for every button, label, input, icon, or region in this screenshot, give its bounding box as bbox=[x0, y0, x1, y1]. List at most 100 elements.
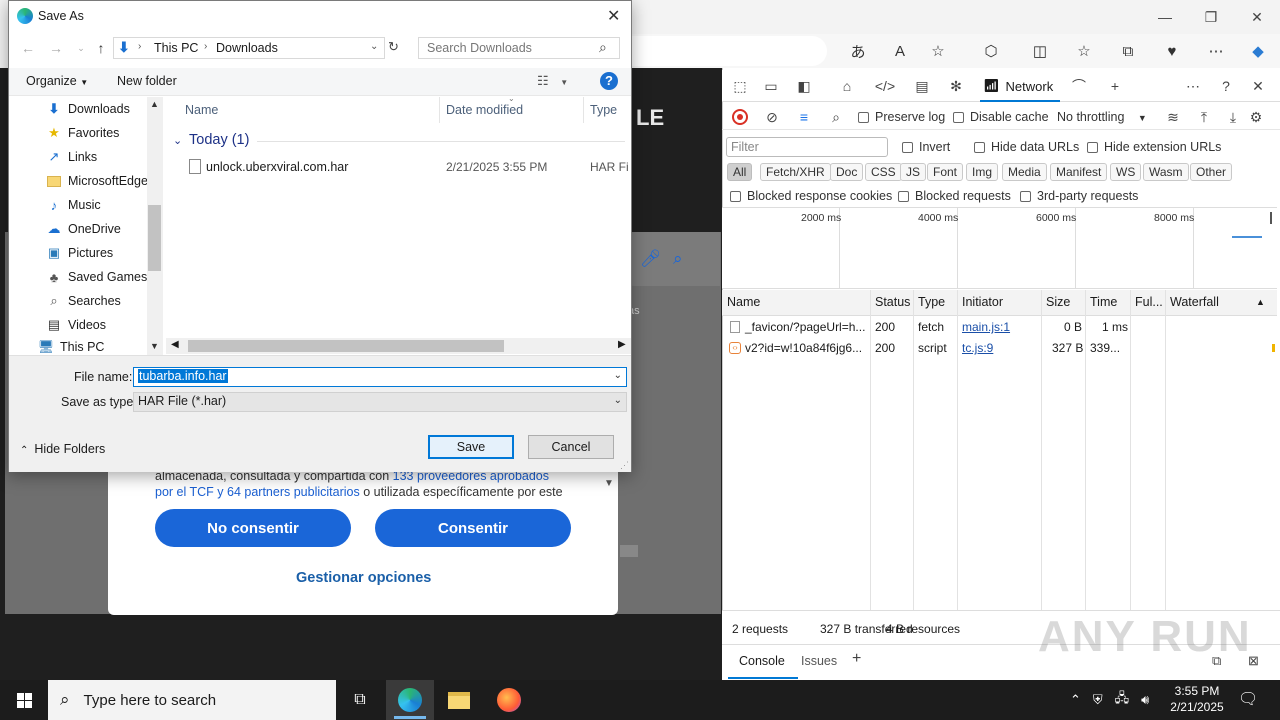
column-name[interactable]: Name bbox=[727, 295, 760, 309]
network-tab[interactable]: 📶︎ Network bbox=[975, 72, 1061, 100]
close-window-icon[interactable]: ✕ bbox=[1234, 4, 1280, 30]
help-icon[interactable]: ? bbox=[1213, 74, 1239, 98]
throttling-select[interactable]: No throttling ▼ bbox=[1057, 110, 1147, 124]
filter-chip-doc[interactable]: Doc bbox=[830, 163, 864, 181]
new-folder-button[interactable]: New folder bbox=[117, 74, 177, 88]
partners-link[interactable]: por el TCF y 64 partners publicitarios bbox=[155, 485, 360, 499]
forward-arrow-icon[interactable]: → bbox=[45, 38, 67, 58]
cancel-button[interactable]: Cancel bbox=[528, 435, 614, 459]
table-row[interactable]: ‹› v2?id=w!10a84f6jg6... 200 script tc.j… bbox=[722, 338, 1277, 359]
tree-item-microsoftedge[interactable]: MicrosoftEdge bbox=[46, 170, 148, 192]
tree-item-videos[interactable]: ▤ Videos bbox=[46, 314, 106, 336]
manage-options-link[interactable]: Gestionar opciones bbox=[296, 570, 431, 586]
task-view-icon[interactable]: ⧉ bbox=[336, 680, 384, 720]
dialog-close-icon[interactable]: ✕ bbox=[607, 6, 620, 26]
network-icon[interactable]: 🖧︎ bbox=[1115, 689, 1130, 711]
tree-scrollbar[interactable]: ▲ ▼ bbox=[147, 97, 163, 355]
filter-input[interactable]: Filter bbox=[726, 137, 888, 157]
volume-icon[interactable]: 🔊︎ bbox=[1141, 692, 1149, 708]
filter-chip-other[interactable]: Other bbox=[1190, 163, 1233, 181]
favorite-star-icon[interactable]: ☆ bbox=[925, 40, 951, 62]
group-collapse-icon[interactable]: ⌄ bbox=[173, 134, 182, 147]
taskbar-firefox[interactable] bbox=[485, 680, 533, 720]
read-aloud-icon[interactable]: あ bbox=[845, 40, 871, 62]
import-har-icon[interactable]: ⤒ bbox=[1191, 105, 1217, 129]
chevron-up-icon[interactable]: ⌃ bbox=[1070, 692, 1081, 708]
tree-item-pictures[interactable]: ▣ Pictures bbox=[46, 242, 113, 264]
copilot-icon[interactable]: ◆ bbox=[1245, 40, 1271, 62]
up-arrow-icon[interactable]: ↑ bbox=[90, 38, 112, 58]
hide-folders-button[interactable]: ⌃ Hide Folders bbox=[20, 442, 105, 456]
column-fulfilled[interactable]: Ful... bbox=[1135, 295, 1163, 309]
devtools-more-icon[interactable]: ⋯ bbox=[1180, 74, 1206, 98]
column-initiator[interactable]: Initiator bbox=[962, 295, 1003, 309]
recent-locations-icon[interactable]: ⌄ bbox=[70, 38, 92, 58]
performance-tab-icon[interactable]: ⌒ bbox=[1066, 74, 1092, 98]
close-devtools-icon[interactable]: ✕ bbox=[1245, 74, 1271, 98]
scroll-thumb[interactable] bbox=[148, 205, 161, 271]
hscroll-thumb[interactable] bbox=[188, 340, 504, 352]
filter-chip-wasm[interactable]: Wasm bbox=[1143, 163, 1189, 181]
device-toolbar-icon[interactable]: ▭ bbox=[758, 74, 784, 98]
inspect-icon[interactable]: ⬚ bbox=[727, 74, 753, 98]
tree-item-onedrive[interactable]: ☁ OneDrive bbox=[46, 218, 121, 240]
address-bar[interactable] bbox=[632, 36, 827, 66]
third-party-checkbox[interactable]: 3rd-party requests bbox=[1020, 189, 1138, 203]
column-header-name[interactable]: Name bbox=[185, 103, 218, 117]
taskbar-file-explorer[interactable] bbox=[435, 680, 483, 720]
minimize-icon[interactable]: — bbox=[1142, 4, 1188, 30]
security-icon[interactable]: ⛨ bbox=[1093, 692, 1103, 708]
collections-icon[interactable]: ⧉ bbox=[1115, 40, 1141, 62]
search-downloads-input[interactable]: Search Downloads ⌕ bbox=[418, 37, 620, 59]
column-size[interactable]: Size bbox=[1046, 295, 1070, 309]
favorites-icon[interactable]: ☆ bbox=[1071, 40, 1097, 62]
breadcrumb[interactable]: ⬇ › This PC › Downloads ⌄ bbox=[113, 37, 385, 59]
filter-icon[interactable]: ≡ bbox=[791, 105, 817, 129]
no-consent-button[interactable]: No consentir bbox=[155, 509, 351, 547]
tree-item-searches[interactable]: ⌕ Searches bbox=[46, 290, 120, 312]
hide-data-urls-checkbox[interactable]: Hide data URLs bbox=[974, 140, 1079, 154]
request-initiator[interactable]: tc.js:9 bbox=[962, 341, 993, 355]
breadcrumb-downloads[interactable]: Downloads bbox=[216, 41, 278, 55]
consent-button[interactable]: Consentir bbox=[375, 509, 571, 547]
restore-icon[interactable]: ❐ bbox=[1188, 4, 1234, 30]
tree-item-downloads[interactable]: ⬇ Downloads bbox=[46, 98, 130, 120]
split-screen-icon[interactable]: ◫ bbox=[1027, 40, 1053, 62]
network-conditions-icon[interactable]: ≋ bbox=[1160, 105, 1186, 129]
dock-icon[interactable]: ◧ bbox=[791, 74, 817, 98]
notifications-icon[interactable]: 🗨︎ bbox=[1238, 689, 1258, 709]
tree-item-links[interactable]: ↗ Links bbox=[46, 146, 98, 168]
extensions-icon[interactable]: ⬡ bbox=[978, 40, 1004, 62]
save-type-select[interactable]: HAR File (*.har) ⌄ bbox=[133, 392, 627, 412]
filter-chip-font[interactable]: Font bbox=[927, 163, 964, 181]
network-settings-icon[interactable]: ⚙ bbox=[1243, 105, 1269, 129]
drawer-tab-issues[interactable]: Issues bbox=[801, 654, 837, 668]
group-header[interactable]: Today (1) bbox=[189, 132, 249, 148]
column-waterfall[interactable]: Waterfall bbox=[1170, 295, 1219, 309]
search-network-icon[interactable]: ⌕ bbox=[823, 105, 849, 129]
column-header-type[interactable]: Type bbox=[590, 103, 617, 117]
filter-chip-fetch[interactable]: Fetch/XHR bbox=[760, 163, 831, 181]
hide-extension-urls-checkbox[interactable]: Hide extension URLs bbox=[1087, 140, 1221, 154]
filter-chip-img[interactable]: Img bbox=[966, 163, 999, 181]
help-icon[interactable]: ? bbox=[600, 72, 618, 90]
clear-icon[interactable]: ⊘ bbox=[759, 105, 785, 129]
text-size-icon[interactable]: A bbox=[887, 40, 913, 62]
more-menu-icon[interactable]: ⋯ bbox=[1203, 40, 1229, 62]
organize-button[interactable]: Organize ▼ bbox=[26, 74, 88, 88]
request-initiator[interactable]: main.js:1 bbox=[962, 320, 1010, 334]
disable-cache-checkbox[interactable]: Disable cache bbox=[953, 110, 1049, 124]
tree-item-favorites[interactable]: ★ Favorites bbox=[46, 122, 119, 144]
breadcrumb-this-pc[interactable]: This PC bbox=[154, 41, 198, 55]
drawer-tab-console[interactable]: Console bbox=[739, 654, 785, 668]
column-time[interactable]: Time bbox=[1090, 295, 1117, 309]
file-name-input[interactable]: tubarba.info.har ⌄ bbox=[133, 367, 627, 387]
tree-item-music[interactable]: ♪ Music bbox=[46, 194, 101, 216]
microphone-icon[interactable]: 🎤︎ bbox=[640, 249, 662, 269]
file-row[interactable]: unlock.uberxviral.com.har 2/21/2025 3:55… bbox=[183, 157, 628, 177]
refresh-icon[interactable]: ↻ bbox=[388, 39, 399, 55]
save-button[interactable]: Save bbox=[428, 435, 514, 459]
tree-item-saved-games[interactable]: ♣ Saved Games bbox=[46, 266, 147, 288]
column-type[interactable]: Type bbox=[918, 295, 945, 309]
consent-scroll-down-icon[interactable]: ▼ bbox=[604, 478, 614, 489]
